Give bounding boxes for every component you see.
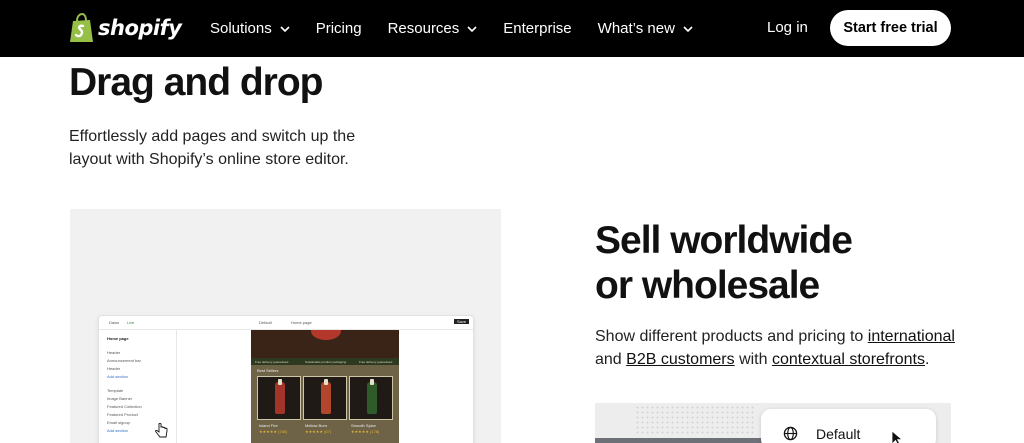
drag-drop-description: Effortlessly add pages and switch up the… [69, 128, 356, 168]
logo-wordmark: shopify [98, 16, 182, 40]
chevron-down-icon [280, 25, 290, 32]
editor-sidebar-item: Add section [107, 428, 128, 433]
editor-sidebar-item: Header [107, 350, 121, 355]
editor-sidebar-item: Image Banner [107, 396, 133, 401]
preview-hero [251, 330, 399, 358]
desc-text: with [734, 351, 772, 368]
shopify-bag-icon [70, 13, 93, 42]
sell-worldwide-heading: Sell worldwide or wholesale [595, 218, 853, 308]
desc-text: Show different products and pricing to [595, 328, 868, 345]
bottle-image [367, 379, 377, 414]
sell-worldwide-description: Show different products and pricing to i… [595, 325, 975, 371]
globe-icon [783, 426, 798, 441]
drag-drop-heading: Drag and drop [69, 61, 324, 104]
editor-preview: Free delivery guaranteed Sustainable pro… [251, 330, 399, 443]
bottle-image [321, 379, 331, 414]
nav-links: Solutions Pricing Resources Enterprise W… [210, 0, 719, 57]
editor-sidebar-item: Announcement bar [107, 358, 141, 363]
editor-theme-select: Default [259, 320, 272, 325]
banner-text: Free delivery guaranteed [359, 360, 393, 364]
world-map-dots [635, 405, 755, 435]
product-rating: ★★★★★ (67) [305, 429, 332, 434]
nav-enterprise[interactable]: Enterprise [503, 20, 571, 37]
preview-section-heading: Best Sellers [257, 368, 279, 373]
nav-solutions-label: Solutions [210, 20, 272, 37]
pointer-cursor-icon [891, 430, 904, 443]
market-dropdown-label: Default [816, 426, 861, 442]
editor-save-button: Save [454, 319, 470, 324]
sell-heading-line1: Sell worldwide [595, 219, 853, 262]
nav-pricing-label: Pricing [315, 20, 362, 37]
start-free-trial-button[interactable]: Start free trial [830, 10, 951, 46]
editor-store-name: Dawn [109, 320, 120, 325]
product-name: Smooth Spice [351, 423, 376, 428]
desc-text: . [924, 351, 930, 368]
product-card [303, 376, 347, 420]
desc-text: and [595, 351, 627, 368]
sell-heading-line2: or wholesale [595, 264, 820, 307]
nav-whats-new[interactable]: What’s new [598, 20, 693, 37]
editor-sidebar-item: Template [107, 388, 124, 393]
product-rating: ★★★★★ (178) [351, 429, 380, 434]
banner-text: Sustainable product packaging [305, 360, 347, 364]
product-rating: ★★★★★ (780) [259, 429, 288, 434]
product-card [257, 376, 301, 420]
preview-banner: Free delivery guaranteed Sustainable pro… [251, 358, 399, 365]
nav-solutions[interactable]: Solutions [210, 20, 290, 37]
editor-sidebar-item: Featured Product [107, 412, 138, 417]
shopify-logo[interactable]: shopify [69, 12, 182, 44]
editor-sidebar-item: Email signup [107, 420, 130, 425]
international-link[interactable]: international [868, 328, 955, 345]
editor-sidebar-title: Home page [107, 336, 129, 341]
contextual-storefronts-link[interactable]: contextual storefronts [772, 351, 925, 368]
nav-resources-label: Resources [387, 20, 460, 37]
editor-sidebar-item: Header [107, 366, 121, 371]
product-card [349, 376, 393, 420]
chevron-down-icon [683, 25, 693, 32]
editor-status-badge: Live [127, 320, 135, 325]
tomato-image [311, 330, 341, 340]
market-dropdown[interactable]: Default [761, 409, 936, 443]
markets-image-strip [595, 438, 765, 443]
hand-cursor-icon [155, 423, 168, 438]
banner-text: Free delivery guaranteed [255, 360, 289, 364]
nav-pricing[interactable]: Pricing [316, 20, 362, 37]
top-nav: shopify Solutions Pricing Resources Ente… [0, 0, 1024, 57]
b2b-customers-link[interactable]: B2B customers [626, 351, 734, 368]
editor-sidebar-item: Add section [107, 374, 128, 379]
bottle-image [275, 379, 285, 414]
product-name: Mellow Burn [305, 423, 328, 428]
nav-enterprise-label: Enterprise [503, 20, 572, 37]
editor-topbar: Dawn Live Default Home page Save [99, 316, 473, 330]
nav-resources[interactable]: Resources [388, 20, 478, 37]
chevron-down-icon [467, 25, 477, 32]
nav-whats-new-label: What’s new [597, 20, 675, 37]
product-name: Island Fire [259, 423, 278, 428]
editor-page-select: Home page [291, 320, 312, 325]
editor-sidebar-item: Featured Collection [107, 404, 142, 409]
login-link[interactable]: Log in [767, 19, 808, 36]
store-editor-image: Dawn Live Default Home page Save Home pa… [70, 209, 501, 443]
